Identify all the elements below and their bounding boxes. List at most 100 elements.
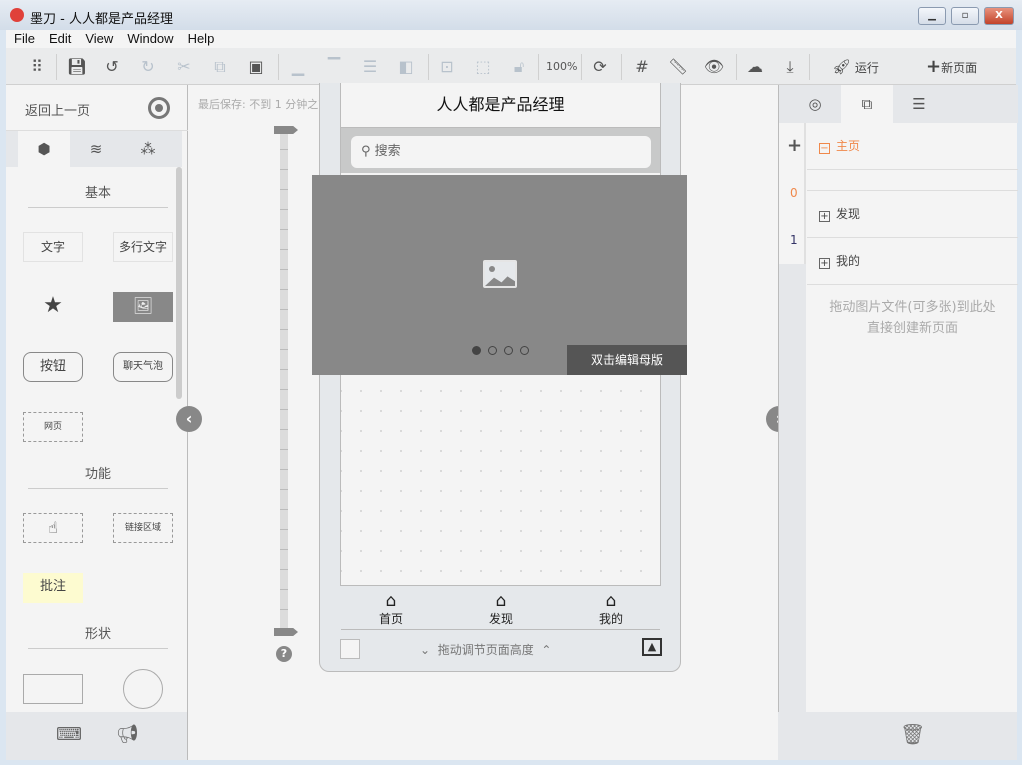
cube-icon: ⬢ [37, 140, 51, 158]
ruler-bottom-handle[interactable] [274, 628, 298, 636]
cloud-upload-icon[interactable]: ☁ [744, 56, 766, 78]
phone-frame: 人人都是产品经理 ⚲ 搜索 ⌂ 首页 ⌂ 发现 ⌂ 我的 ⌄ 拖动调节页面高度 ⌃ ▲ [319, 83, 681, 672]
banner-carousel[interactable]: 双击编辑母版 [312, 175, 687, 375]
tab-target[interactable]: ◎ [789, 85, 841, 123]
tab-pages[interactable]: ⧉ [841, 85, 893, 123]
section-function: 功能 [28, 463, 168, 489]
align-center-icon[interactable]: ☰ [359, 56, 381, 78]
background-image-icon[interactable]: ▲ [642, 638, 662, 656]
page-item-home[interactable]: − 主页 [807, 123, 1018, 170]
ruler-top-handle[interactable] [274, 126, 298, 134]
menu-icon: ☰ [912, 95, 926, 113]
title-bar: 墨刀 - 人人都是产品经理 ▁ ▫ X [0, 0, 1022, 30]
divider [807, 170, 1018, 191]
tab-home[interactable]: ⌂ 首页 [361, 592, 421, 627]
close-button[interactable]: X [984, 7, 1014, 25]
component-chat-bubble[interactable]: 聊天气泡 [113, 352, 173, 382]
group-icon[interactable]: ⊡ [436, 56, 458, 78]
database-icon: ≋ [89, 140, 103, 158]
align-top-icon[interactable]: ▔ [323, 56, 345, 78]
component-webpage[interactable]: 网页 [23, 412, 83, 442]
section-basic: 基本 [28, 182, 168, 208]
menu-help[interactable]: Help [180, 30, 221, 48]
megaphone-icon[interactable]: 📢︎ [116, 724, 139, 745]
tab-mine[interactable]: ⌂ 我的 [581, 592, 641, 627]
canvas[interactable]: 最后保存: 不到 1 分钟之前(全部操作已保存) ? ‹ › 人人都是产品经理 … [176, 83, 792, 760]
tab-basic-components[interactable]: ⬢ [18, 131, 70, 167]
component-image[interactable]: 🖼︎ [113, 292, 173, 322]
download-icon[interactable]: ⤓ [779, 56, 801, 78]
pages-panel: ◎ ⧉ ☰ + 0 1 − 主页 + 发现 + 我的 拖动图片文件(可多张)到此处 直接… [778, 85, 1018, 712]
home-icon: ⌂ [385, 591, 397, 611]
tab-menu[interactable]: ☰ [893, 85, 945, 123]
drag-height-control[interactable]: ⌄ 拖动调节页面高度 ⌃ [420, 641, 551, 658]
component-circle[interactable] [123, 669, 163, 709]
help-icon[interactable]: ? [276, 646, 292, 662]
expand-icon: + [819, 211, 830, 222]
carousel-dot[interactable] [520, 346, 529, 355]
add-page-button[interactable]: + [787, 135, 802, 156]
ruler-icon[interactable]: 📏︎ [667, 56, 689, 78]
collapse-left-button[interactable]: ‹ [176, 406, 202, 432]
component-text[interactable]: 文字 [23, 232, 83, 262]
grid-icon[interactable]: # [631, 56, 653, 78]
carousel-dot[interactable] [472, 346, 481, 355]
component-star-icon[interactable]: ★ [38, 292, 68, 322]
scrollbar[interactable] [176, 167, 182, 399]
copy-icon[interactable]: ⧉ [209, 56, 231, 78]
tap-icon: ☝ [48, 518, 58, 537]
page-item-mine[interactable]: + 我的 [807, 238, 1018, 285]
component-rectangle[interactable] [23, 674, 83, 704]
carousel-dot[interactable] [504, 346, 513, 355]
tab-discover[interactable]: ⌂ 发现 [471, 592, 531, 627]
toolbar: ⠿ 💾︎ ↺ ↻ ✂ ⧉ ▣ ▁ ▔ ☰ ◧ ⊡ ⬚ 🔓︎ 100% ⟳ # 📏… [6, 48, 1016, 85]
redo-icon[interactable]: ↻ [137, 56, 159, 78]
align-bottom-icon[interactable]: ▁ [287, 56, 309, 78]
new-page-button[interactable]: +新页面 [926, 56, 977, 78]
rotate-icon[interactable]: ⟳ [589, 56, 611, 78]
component-button[interactable]: 按钮 [23, 352, 83, 382]
window-title: 墨刀 - 人人都是产品经理 [30, 12, 173, 27]
chevron-down-icon: ⌄ [420, 643, 431, 657]
search-input[interactable]: ⚲ 搜索 [351, 136, 651, 168]
visibility-icon[interactable]: 👁︎ [703, 56, 725, 78]
cut-icon[interactable]: ✂ [173, 56, 195, 78]
background-color-swatch[interactable] [340, 639, 360, 659]
tab-widgets[interactable]: ⁂ [122, 131, 174, 167]
return-icon[interactable]: ⠿ [26, 56, 48, 78]
paste-icon[interactable]: ▣ [245, 56, 267, 78]
section-shape: 形状 [28, 623, 168, 649]
home-icon: ⌂ [605, 591, 617, 611]
zoom-level[interactable]: 100% [546, 56, 577, 78]
target-icon[interactable] [148, 97, 170, 119]
undo-icon[interactable]: ↺ [101, 56, 123, 78]
component-link-area[interactable]: 链接区域 [113, 513, 173, 543]
edit-master-button[interactable]: 双击编辑母版 [567, 345, 687, 375]
maximize-button[interactable]: ▫ [951, 7, 979, 25]
tab-database[interactable]: ≋ [70, 131, 122, 167]
keyboard-icon[interactable]: ⌨ [56, 724, 82, 745]
menu-window[interactable]: Window [119, 30, 179, 48]
chevron-up-icon: ⌃ [541, 643, 552, 657]
back-button[interactable]: 返回上一页 [25, 100, 90, 119]
trash-icon[interactable]: 🗑︎ [900, 722, 925, 746]
app-title: 人人都是产品经理 [341, 83, 660, 128]
carousel-dot[interactable] [488, 346, 497, 355]
run-button[interactable]: 🚀︎ 运行 [832, 56, 879, 78]
tab-bar: ⌂ 首页 ⌂ 发现 ⌂ 我的 [341, 586, 660, 630]
drop-hint: 拖动图片文件(可多张)到此处 直接创建新页面 [829, 300, 996, 336]
ungroup-icon[interactable]: ⬚ [472, 56, 494, 78]
minimize-button[interactable]: ▁ [918, 7, 946, 25]
component-multiline-text[interactable]: 多行文字 [113, 232, 173, 262]
layer-icon[interactable]: ◧ [395, 56, 417, 78]
lock-icon[interactable]: 🔓︎ [508, 56, 530, 78]
save-icon[interactable]: 💾︎ [66, 56, 88, 78]
menu-bar: File Edit View Window Help [6, 30, 1016, 48]
menu-file[interactable]: File [6, 30, 41, 48]
component-hotspot[interactable]: ☝ [23, 513, 83, 543]
menu-edit[interactable]: Edit [41, 30, 77, 48]
search-icon: ⚲ [361, 144, 371, 159]
component-note[interactable]: 批注 [23, 573, 83, 603]
page-item-discover[interactable]: + 发现 [807, 191, 1018, 238]
menu-view[interactable]: View [77, 30, 119, 48]
